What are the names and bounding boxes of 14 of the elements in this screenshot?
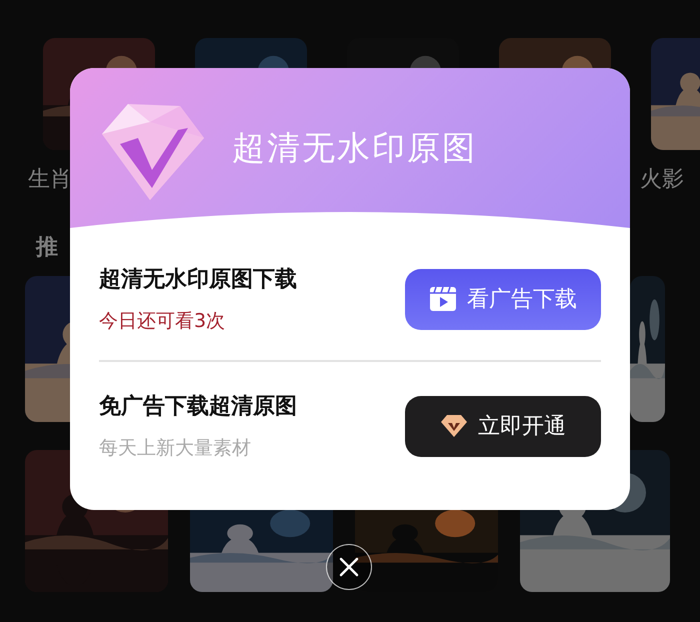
option-subtitle: 每天上新大量素材 [99, 436, 252, 461]
banner-title: 超清无水印原图 [232, 126, 477, 168]
watch-ad-button[interactable]: 看广告下载 [405, 268, 601, 330]
option-title: 免广告下载超清原图 [99, 393, 297, 421]
diamond-icon [440, 414, 468, 438]
section-title: 推 [36, 235, 58, 260]
close-button[interactable] [326, 544, 372, 590]
video-icon [429, 286, 457, 312]
option-subtitle: 今日还可看3次 [99, 309, 226, 334]
subscribe-button[interactable]: 立即开通 [405, 396, 601, 456]
option-title: 超清无水印原图下载 [99, 266, 297, 294]
category-label: 火影 [640, 166, 684, 194]
close-icon [339, 557, 359, 577]
category-label: 生肖 [28, 166, 72, 194]
